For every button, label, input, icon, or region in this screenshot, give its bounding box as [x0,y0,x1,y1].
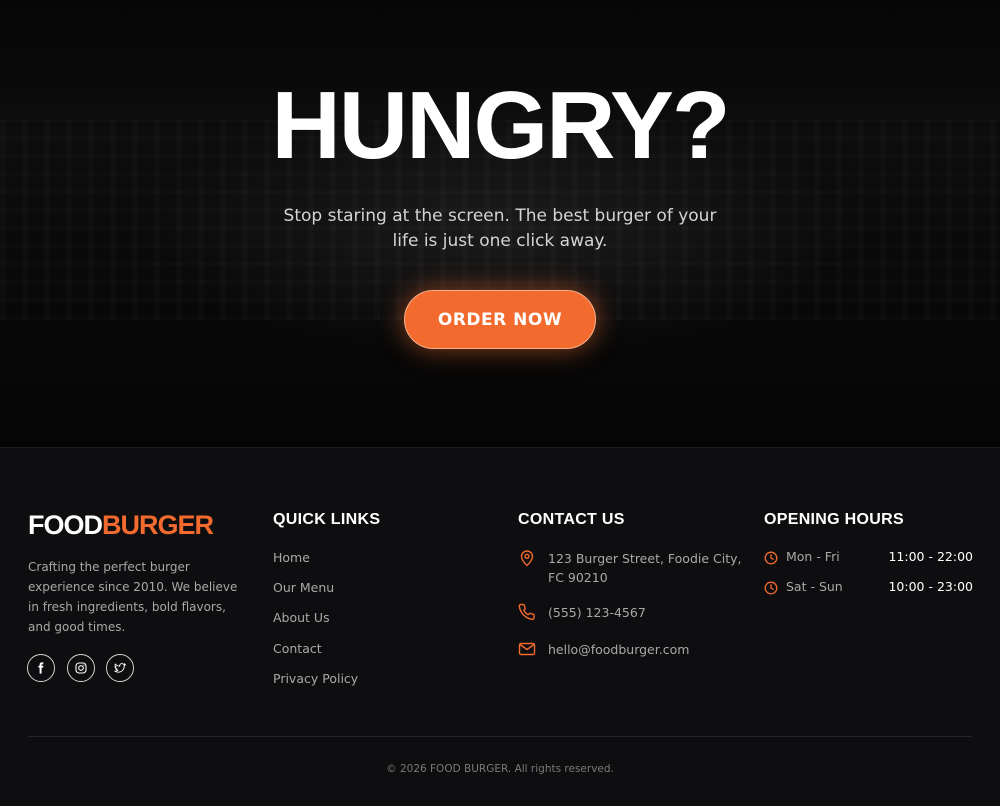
phone-icon [518,603,535,620]
contact-email-text: hello@foodburger.com [548,642,690,657]
contact-phone-text: (555) 123-4567 [548,605,646,620]
hours-day: Sat - Sun [786,579,843,594]
twitter-link[interactable] [106,654,134,682]
footer-divider [28,736,972,737]
quick-links-title: QUICK LINKS [273,511,381,528]
logo-burger: BURGER [102,510,214,540]
logo-food: FOOD [28,510,103,540]
order-now-button[interactable]: ORDER NOW [404,290,596,349]
footer-about-text: Crafting the perfect burger experience s… [28,560,238,634]
hero-subtitle: Stop staring at the screen. The best bur… [283,206,717,251]
site-footer: FOODBURGER Crafting the perfect burger e… [0,447,1000,806]
opening-hours-title: OPENING HOURS [764,511,904,528]
facebook-link[interactable] [27,654,55,682]
footer-link-about[interactable]: About Us [273,610,330,625]
hours-day: Mon - Fri [786,549,840,564]
hours-row-weekend: Sat - Sun 10:00 - 23:00 [764,579,973,597]
facebook-icon [38,662,44,674]
hours-time: 11:00 - 22:00 [888,549,973,564]
twitter-icon [114,663,126,673]
contact-address-text: 123 Burger Street, Foodie City, FC 90210 [548,551,742,585]
copyright-text: © 2026 FOOD BURGER. All rights reserved. [386,763,614,775]
map-pin-icon [520,550,534,567]
contact-title: CONTACT US [518,511,625,528]
mail-icon [518,642,536,656]
instagram-icon [75,662,87,674]
footer-link-menu[interactable]: Our Menu [273,580,334,595]
footer-link-contact[interactable]: Contact [273,641,322,656]
hero-title: HUNGRY? [271,72,730,179]
contact-phone[interactable]: (555) 123-4567 [518,603,748,623]
hours-time: 10:00 - 23:00 [888,579,973,594]
clock-icon [764,551,778,565]
instagram-link[interactable] [67,654,95,682]
hours-row-weekdays: Mon - Fri 11:00 - 22:00 [764,549,973,567]
footer-logo[interactable]: FOODBURGER [28,510,214,541]
contact-address: 123 Burger Street, Foodie City, FC 90210 [518,549,748,589]
footer-link-home[interactable]: Home [273,550,310,565]
contact-email[interactable]: hello@foodburger.com [518,640,748,660]
clock-icon [764,581,778,595]
footer-link-privacy[interactable]: Privacy Policy [273,671,358,686]
hero-section: HUNGRY? Stop staring at the screen. The … [0,0,1000,447]
